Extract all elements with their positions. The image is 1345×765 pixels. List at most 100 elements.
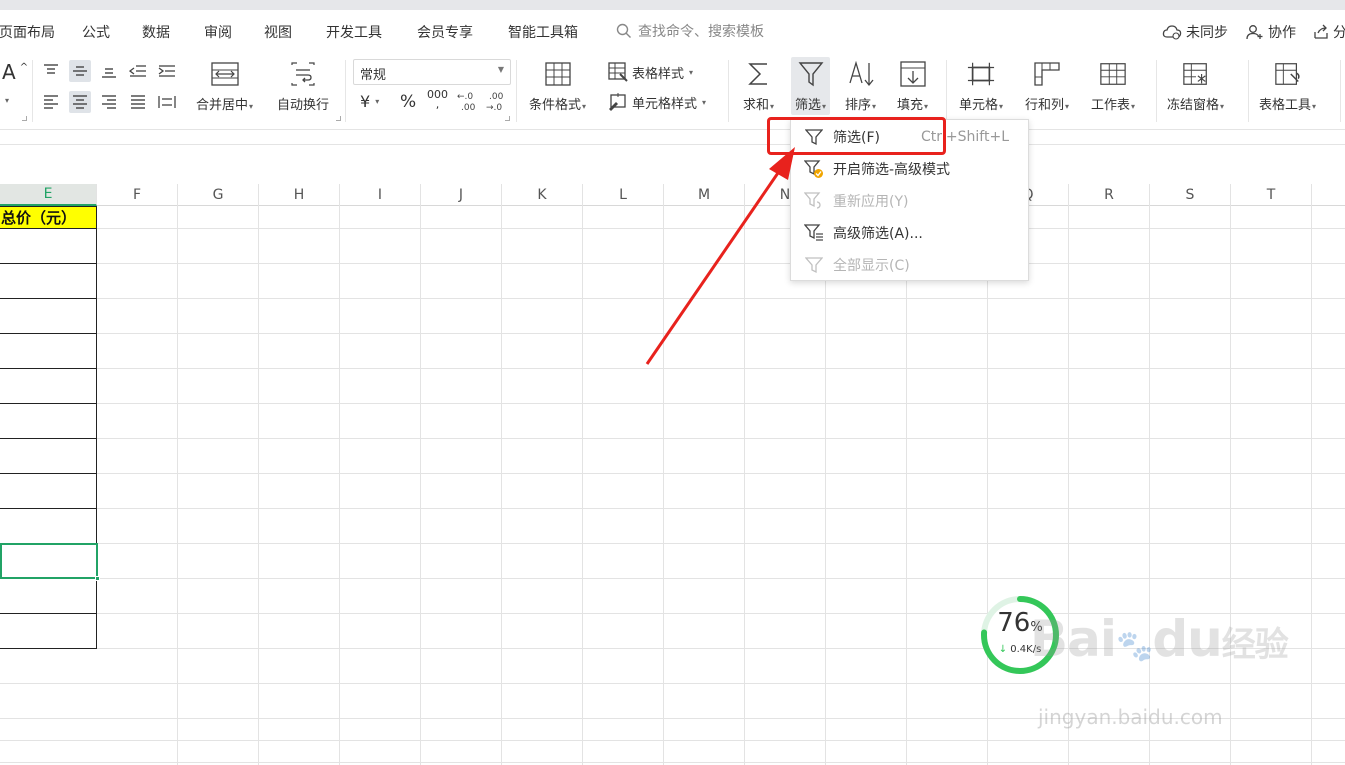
menu-smart-toolbox[interactable]: 智能工具箱 xyxy=(508,22,578,42)
align-left-icon[interactable] xyxy=(40,91,62,113)
menu-item-advanced-filter[interactable]: 高级筛选(A)... xyxy=(791,217,1028,249)
annotation-highlight-box xyxy=(767,117,946,155)
table-style-label: 表格样式 xyxy=(632,66,685,82)
gridline xyxy=(258,206,259,765)
column-header-j[interactable]: J xyxy=(421,184,502,206)
filter-button[interactable]: 筛选▾ xyxy=(791,57,831,115)
table-cell[interactable] xyxy=(0,579,97,614)
font-dialog-launcher-icon[interactable] xyxy=(22,116,27,121)
header-cell-total-price[interactable]: 总价（元） xyxy=(0,206,97,229)
table-cell[interactable] xyxy=(0,264,97,299)
thousands-separator-button[interactable]: 000, xyxy=(427,88,448,110)
number-format-select[interactable]: 常规 ▼ xyxy=(353,59,511,85)
table-style-button[interactable]: 表格样式 ▾ xyxy=(608,62,693,82)
worksheet-button[interactable]: 工作表▾ xyxy=(1091,60,1135,113)
menu-view[interactable]: 视图 xyxy=(264,22,292,42)
filter-show-all-icon xyxy=(803,254,825,276)
align-bottom-icon[interactable] xyxy=(98,60,120,82)
table-cell[interactable] xyxy=(0,474,97,509)
currency-label: ¥ xyxy=(360,92,371,111)
column-header-i[interactable]: I xyxy=(340,184,421,206)
share-label: 分 xyxy=(1333,25,1345,41)
table-tools-button[interactable]: 表格工具▾ xyxy=(1259,60,1316,113)
gridline xyxy=(420,206,421,765)
increase-indent-icon[interactable] xyxy=(156,60,178,82)
table-cell[interactable] xyxy=(0,509,97,544)
menu-member[interactable]: 会员专享 xyxy=(417,22,473,42)
collab-button[interactable]: 协作 xyxy=(1246,22,1296,42)
ribbon-separator xyxy=(516,60,517,122)
formula-bar[interactable] xyxy=(0,130,1345,145)
conditional-format-button[interactable]: 条件格式▾ xyxy=(529,60,586,113)
gridline xyxy=(0,403,1345,404)
table-cell[interactable] xyxy=(0,404,97,439)
menu-item-advanced-mode[interactable]: 开启筛选-高级模式 xyxy=(791,153,1028,185)
gridline xyxy=(0,333,1345,334)
column-header-e[interactable]: E xyxy=(0,184,97,206)
column-header-k[interactable]: K xyxy=(502,184,583,206)
column-header-g[interactable]: G xyxy=(178,184,259,206)
table-cell[interactable] xyxy=(0,229,97,264)
percent-button[interactable]: % xyxy=(400,92,416,112)
svg-text:.00: .00 xyxy=(461,103,476,112)
column-header-f[interactable]: F xyxy=(97,184,178,206)
justify-icon[interactable] xyxy=(127,91,149,113)
menu-developer[interactable]: 开发工具 xyxy=(326,22,382,42)
sheet-grid[interactable]: 总价（元） xyxy=(0,206,1345,765)
column-header-s[interactable]: S xyxy=(1150,184,1231,206)
decrease-decimal-icon[interactable]: .00 →.0 xyxy=(485,90,507,112)
align-center-icon[interactable] xyxy=(69,91,91,113)
thousands-label: 000 xyxy=(427,88,448,101)
menu-bar: 页面布局 公式 数据 审阅 视图 开发工具 会员专享 智能工具箱 查找命令、搜索… xyxy=(0,10,1345,52)
table-cell[interactable] xyxy=(0,334,97,369)
sort-button[interactable]: 排序▾ xyxy=(845,60,876,113)
table-cell[interactable] xyxy=(0,439,97,474)
command-search[interactable]: 查找命令、搜索模板 xyxy=(616,21,764,41)
sum-button[interactable]: 求和▾ xyxy=(743,60,774,113)
menu-page-layout[interactable]: 页面布局 xyxy=(0,22,55,42)
cloud-sync-icon xyxy=(1162,25,1182,40)
merge-center-button[interactable]: 合并居中▾ xyxy=(196,60,253,113)
distributed-align-icon[interactable] xyxy=(156,91,178,113)
fill-label: 填充 xyxy=(897,98,924,113)
align-top-icon[interactable] xyxy=(40,60,62,82)
gridline xyxy=(0,298,1345,299)
fill-handle[interactable] xyxy=(95,576,100,581)
column-header-r[interactable]: R xyxy=(1069,184,1150,206)
share-button[interactable]: 分 xyxy=(1313,22,1345,42)
cell-button[interactable]: 单元格▾ xyxy=(959,60,1003,113)
column-header-l[interactable]: L xyxy=(583,184,664,206)
row-column-button[interactable]: 行和列▾ xyxy=(1025,60,1069,113)
currency-button[interactable]: ¥ ▾ xyxy=(360,92,379,111)
column-header-h[interactable]: H xyxy=(259,184,340,206)
cell-style-label: 单元格样式 xyxy=(632,96,698,112)
column-header-t[interactable]: T xyxy=(1231,184,1312,206)
align-right-icon[interactable] xyxy=(98,91,120,113)
ribbon-separator xyxy=(1248,60,1249,122)
table-cell[interactable] xyxy=(0,299,97,334)
menu-review[interactable]: 审阅 xyxy=(204,22,232,42)
freeze-panes-button[interactable]: 冻结窗格▾ xyxy=(1167,60,1224,113)
table-cell[interactable] xyxy=(0,369,97,404)
ribbon-toolbar: A ^ ▾ 合并居中▾ 自动换行 常规 ▼ ¥ ▾ % 000, ←.0.00 .0… xyxy=(0,52,1345,130)
font-caret-icon[interactable]: ▾ xyxy=(5,96,9,105)
align-dialog-launcher-icon[interactable] xyxy=(336,116,341,121)
gridline xyxy=(1068,206,1069,765)
menu-data[interactable]: 数据 xyxy=(142,22,170,42)
align-middle-icon[interactable] xyxy=(69,60,91,82)
menu-formula[interactable]: 公式 xyxy=(82,22,110,42)
wrap-text-button[interactable]: 自动换行 xyxy=(277,60,329,113)
table-cell[interactable] xyxy=(0,614,97,649)
number-dialog-launcher-icon[interactable] xyxy=(505,116,510,121)
table-tools-icon xyxy=(1274,60,1302,88)
menu-item-advanced-mode-label: 开启筛选-高级模式 xyxy=(833,162,951,178)
decrease-indent-icon[interactable] xyxy=(127,60,149,82)
column-header-m[interactable]: M xyxy=(664,184,745,206)
cell-style-button[interactable]: 单元格样式 ▾ xyxy=(608,92,706,112)
fill-button[interactable]: 填充▾ xyxy=(897,60,928,113)
sync-button[interactable]: 未同步 xyxy=(1162,22,1228,42)
increase-decimal-icon[interactable]: ←.0.00 xyxy=(456,90,478,112)
selected-cell[interactable] xyxy=(0,543,100,581)
font-size-button[interactable]: A ^ xyxy=(2,60,28,84)
gridline xyxy=(0,508,1345,509)
